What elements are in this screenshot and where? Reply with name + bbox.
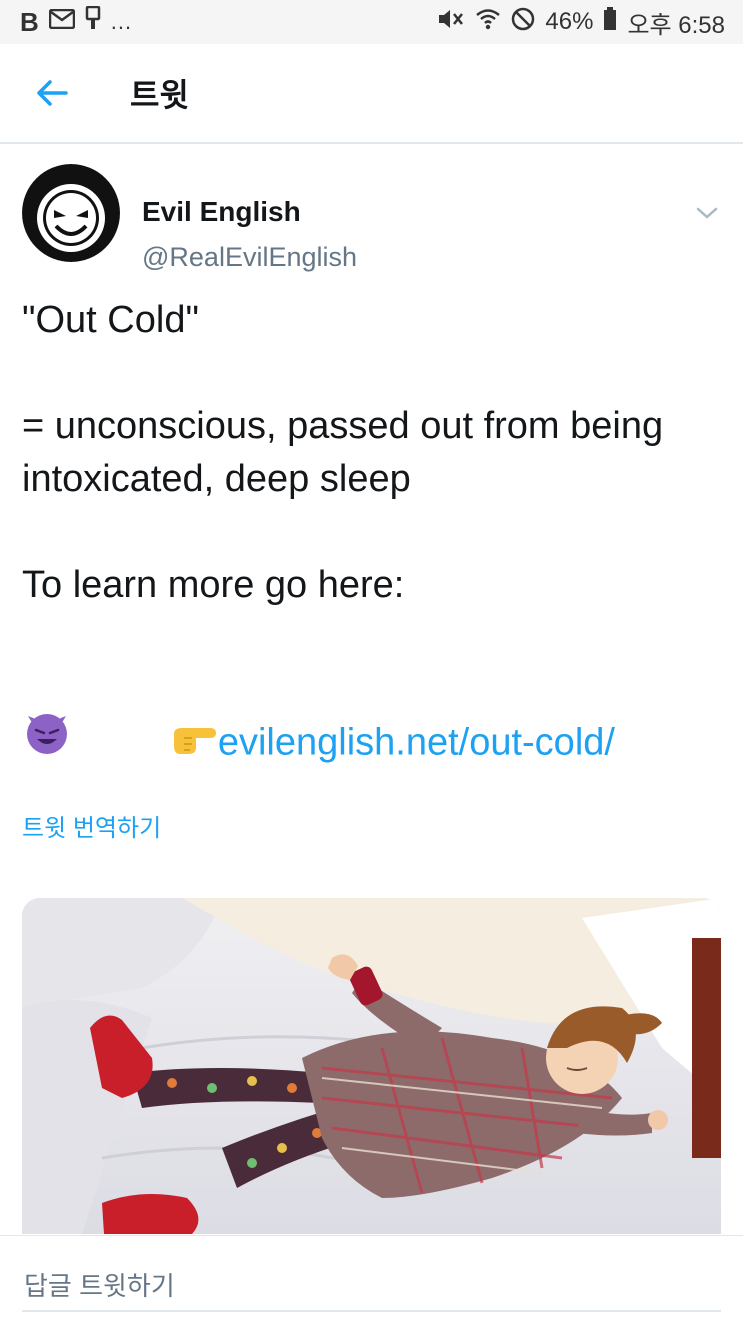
tweet-text-line: To learn more go here:: [22, 564, 405, 606]
mail-icon: [48, 8, 76, 36]
more-notifications-indicator: ...: [110, 9, 133, 34]
blog-app-icon: B: [20, 6, 39, 37]
author-name[interactable]: Evil English: [142, 196, 301, 228]
usb-icon: [85, 5, 101, 39]
battery-percent: 46%: [545, 8, 594, 35]
reply-bar: 답글 트윗하기: [0, 1235, 743, 1321]
no-disturb-icon: [511, 7, 535, 38]
pointing-hand-emoji: [85, 665, 217, 824]
status-bar-right: 46% 오후 6:58: [437, 5, 725, 40]
page-title: 트윗: [130, 77, 189, 113]
mute-icon: [437, 7, 465, 38]
header: 트윗: [0, 44, 743, 144]
avatar[interactable]: [22, 164, 120, 262]
smiling-devil-emoji: [22, 706, 72, 756]
chevron-down-icon: [696, 207, 718, 219]
status-bar: B ... 46% 오후 6:58: [0, 0, 743, 44]
battery-icon: [603, 6, 617, 38]
author-handle[interactable]: @RealEvilEnglish: [142, 242, 357, 273]
tweet-text: "Out Cold" = unconscious, passed out fro…: [22, 294, 727, 877]
reply-input[interactable]: 답글 트윗하기: [22, 1252, 721, 1312]
tweet-link[interactable]: evilenglish.net/out-cold/: [218, 722, 615, 764]
wifi-icon: [475, 7, 501, 38]
tweet-author-row: Evil English @RealEvilEnglish: [22, 164, 722, 272]
back-arrow-icon: [37, 80, 68, 106]
tweet-text-line: "Out Cold": [22, 299, 199, 341]
status-bar-left: B ...: [20, 5, 133, 39]
reply-placeholder: 답글 트윗하기: [24, 1271, 175, 1301]
tweet-text-line: intoxicated, deep sleep: [22, 458, 411, 500]
back-button[interactable]: [22, 63, 82, 123]
tweet-photo[interactable]: [22, 898, 721, 1234]
status-time: 오후 6:58: [627, 11, 725, 39]
tweet-options-button[interactable]: [692, 198, 722, 228]
tweet-text-line: = unconscious, passed out from being: [22, 405, 664, 447]
translate-tweet-link[interactable]: 트윗 번역하기: [22, 808, 161, 843]
